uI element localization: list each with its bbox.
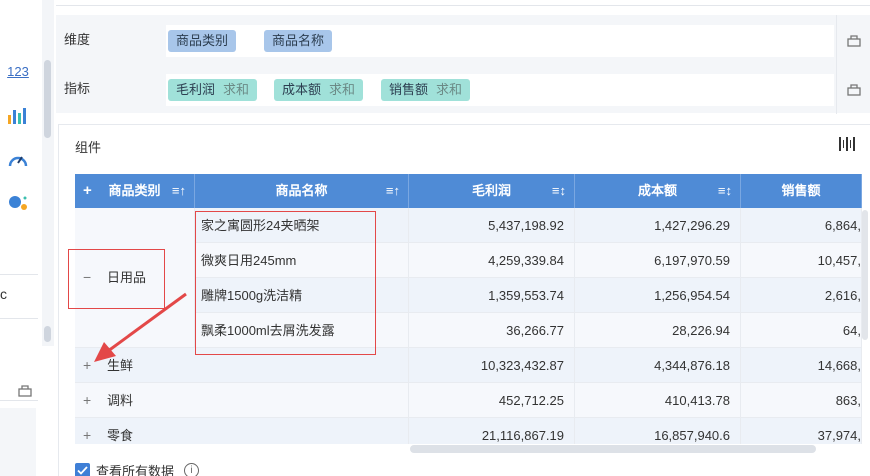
scrollbar-thumb[interactable] bbox=[44, 60, 51, 138]
vertical-scrollbar[interactable] bbox=[862, 210, 868, 340]
header-label: 成本额 bbox=[637, 183, 677, 198]
number-icon-text: 123 bbox=[7, 63, 29, 79]
left-panel-footer bbox=[0, 408, 36, 476]
dimension-chip-name[interactable]: 商品名称 bbox=[264, 30, 333, 52]
cost-cell: 410,413.78 bbox=[575, 383, 741, 418]
profit-cell: 452,712.25 bbox=[409, 383, 575, 418]
header-label: 商品名称 bbox=[275, 183, 328, 198]
cut-text: c bbox=[0, 286, 7, 302]
profit-cell: 36,266.77 bbox=[409, 313, 575, 348]
lock-icon[interactable] bbox=[18, 383, 32, 400]
checkbox-checked-icon[interactable] bbox=[75, 462, 90, 476]
header-cost[interactable]: 成本额 ≡↕ bbox=[575, 174, 741, 208]
view-all-label: 查看所有数据 bbox=[96, 463, 175, 476]
sales-cell: 10,457, bbox=[741, 243, 862, 278]
divider bbox=[0, 318, 38, 319]
sales-cell: 37,974, bbox=[741, 418, 862, 444]
dimension-chip-category[interactable]: 商品类别 bbox=[168, 30, 237, 52]
group-cell-seasoning: + 调料 bbox=[75, 383, 409, 418]
gauge-icon[interactable] bbox=[4, 146, 32, 174]
product-name-cell: 雕牌1500g洗洁精 bbox=[195, 278, 409, 313]
metric-chip-name: 毛利润 bbox=[176, 82, 216, 97]
metric-chip-agg: 求和 bbox=[329, 82, 356, 97]
profit-cell: 21,116,867.19 bbox=[409, 418, 575, 444]
sort-icon[interactable]: ≡↕ bbox=[552, 174, 566, 208]
app-root: 123 c 维度 商品类别 商品名称 指标 毛利润 求和 成本额 求和 销售额 … bbox=[0, 0, 870, 476]
divider bbox=[0, 274, 38, 275]
scrollbar-thumb[interactable] bbox=[44, 326, 51, 342]
profit-cell: 5,437,198.92 bbox=[409, 208, 575, 243]
metric-label: 指标 bbox=[64, 81, 91, 96]
cost-cell: 6,197,970.59 bbox=[575, 243, 741, 278]
dimension-row: 维度 商品类别 商品名称 bbox=[56, 15, 870, 65]
metric-chip-name: 销售额 bbox=[389, 82, 429, 97]
lock-icon[interactable] bbox=[836, 15, 870, 65]
metric-drop-zone[interactable]: 毛利润 求和 成本额 求和 销售额 求和 bbox=[166, 74, 834, 106]
dimension-drop-zone[interactable]: 商品类别 商品名称 bbox=[166, 25, 834, 57]
product-name-cell: 微爽日用245mm bbox=[195, 243, 409, 278]
metric-chip-sales[interactable]: 销售额 求和 bbox=[381, 79, 471, 101]
divider bbox=[0, 400, 38, 401]
group-cell-snacks: + 零食 bbox=[75, 418, 409, 444]
cost-cell: 16,857,940.6 bbox=[575, 418, 741, 444]
sales-cell: 14,668, bbox=[741, 348, 862, 383]
divider bbox=[56, 5, 870, 6]
product-name-cell: 家之寓圆形24夹晒架 bbox=[195, 208, 409, 243]
header-product-name[interactable]: 商品名称 ≡↑ bbox=[195, 174, 409, 208]
group-label: 调料 bbox=[107, 393, 134, 408]
header-label: 销售额 bbox=[781, 183, 821, 198]
component-title: 组件 bbox=[75, 140, 102, 155]
chart-type-panel: 123 c bbox=[0, 0, 40, 476]
profit-cell: 1,359,553.74 bbox=[409, 278, 575, 313]
metric-chip-cost[interactable]: 成本额 求和 bbox=[274, 79, 364, 101]
header-label: 毛利润 bbox=[471, 183, 511, 198]
header-category[interactable]: + 商品类别 ≡↑ bbox=[75, 174, 195, 208]
left-scrollbar[interactable] bbox=[42, 0, 54, 346]
barcode-icon[interactable] bbox=[839, 137, 855, 154]
profit-cell: 4,259,339.84 bbox=[409, 243, 575, 278]
lock-icon[interactable] bbox=[836, 64, 870, 114]
sort-icon[interactable]: ≡↕ bbox=[718, 174, 732, 208]
cost-cell: 1,427,296.29 bbox=[575, 208, 741, 243]
info-icon[interactable]: i bbox=[184, 462, 200, 476]
metric-row: 指标 毛利润 求和 成本额 求和 销售额 求和 bbox=[56, 64, 870, 114]
product-name-cell: 飘柔1000ml去屑洗发露 bbox=[195, 313, 409, 348]
metric-chip-name: 成本额 bbox=[282, 82, 322, 97]
sales-cell: 863, bbox=[741, 383, 862, 418]
sort-icon[interactable]: ≡↑ bbox=[386, 174, 400, 208]
sales-cell: 64, bbox=[741, 313, 862, 348]
group-label: 零食 bbox=[107, 428, 134, 443]
metric-chip-agg: 求和 bbox=[436, 82, 463, 97]
expand-icon[interactable]: + bbox=[83, 383, 91, 417]
cost-cell: 28,226.94 bbox=[575, 313, 741, 348]
sales-cell: 6,864, bbox=[741, 208, 862, 243]
horizontal-scrollbar[interactable] bbox=[410, 445, 816, 453]
pivot-table: + 商品类别 ≡↑ 商品名称 ≡↑ 毛利润 ≡↕ 成本额 ≡↕ 销售额 − 日用… bbox=[75, 174, 862, 444]
metric-chip-agg: 求和 bbox=[223, 82, 250, 97]
sort-icon[interactable]: ≡↑ bbox=[172, 174, 186, 208]
sales-cell: 2,616, bbox=[741, 278, 862, 313]
cost-cell: 4,344,876.18 bbox=[575, 348, 741, 383]
metric-chip-profit[interactable]: 毛利润 求和 bbox=[168, 79, 258, 101]
dimension-label: 维度 bbox=[64, 32, 91, 47]
header-sales[interactable]: 销售额 bbox=[741, 174, 862, 208]
number-icon[interactable]: 123 bbox=[4, 57, 32, 85]
scatter-icon[interactable] bbox=[4, 189, 32, 217]
expand-icon[interactable]: + bbox=[83, 418, 91, 444]
annotation-arrow-icon bbox=[94, 292, 187, 362]
profit-cell: 10,323,432.87 bbox=[409, 348, 575, 383]
header-profit[interactable]: 毛利润 ≡↕ bbox=[409, 174, 575, 208]
cost-cell: 1,256,954.54 bbox=[575, 278, 741, 313]
bar-chart-icon[interactable] bbox=[4, 102, 32, 130]
view-all-data-toggle[interactable]: 查看所有数据 i bbox=[75, 460, 200, 476]
